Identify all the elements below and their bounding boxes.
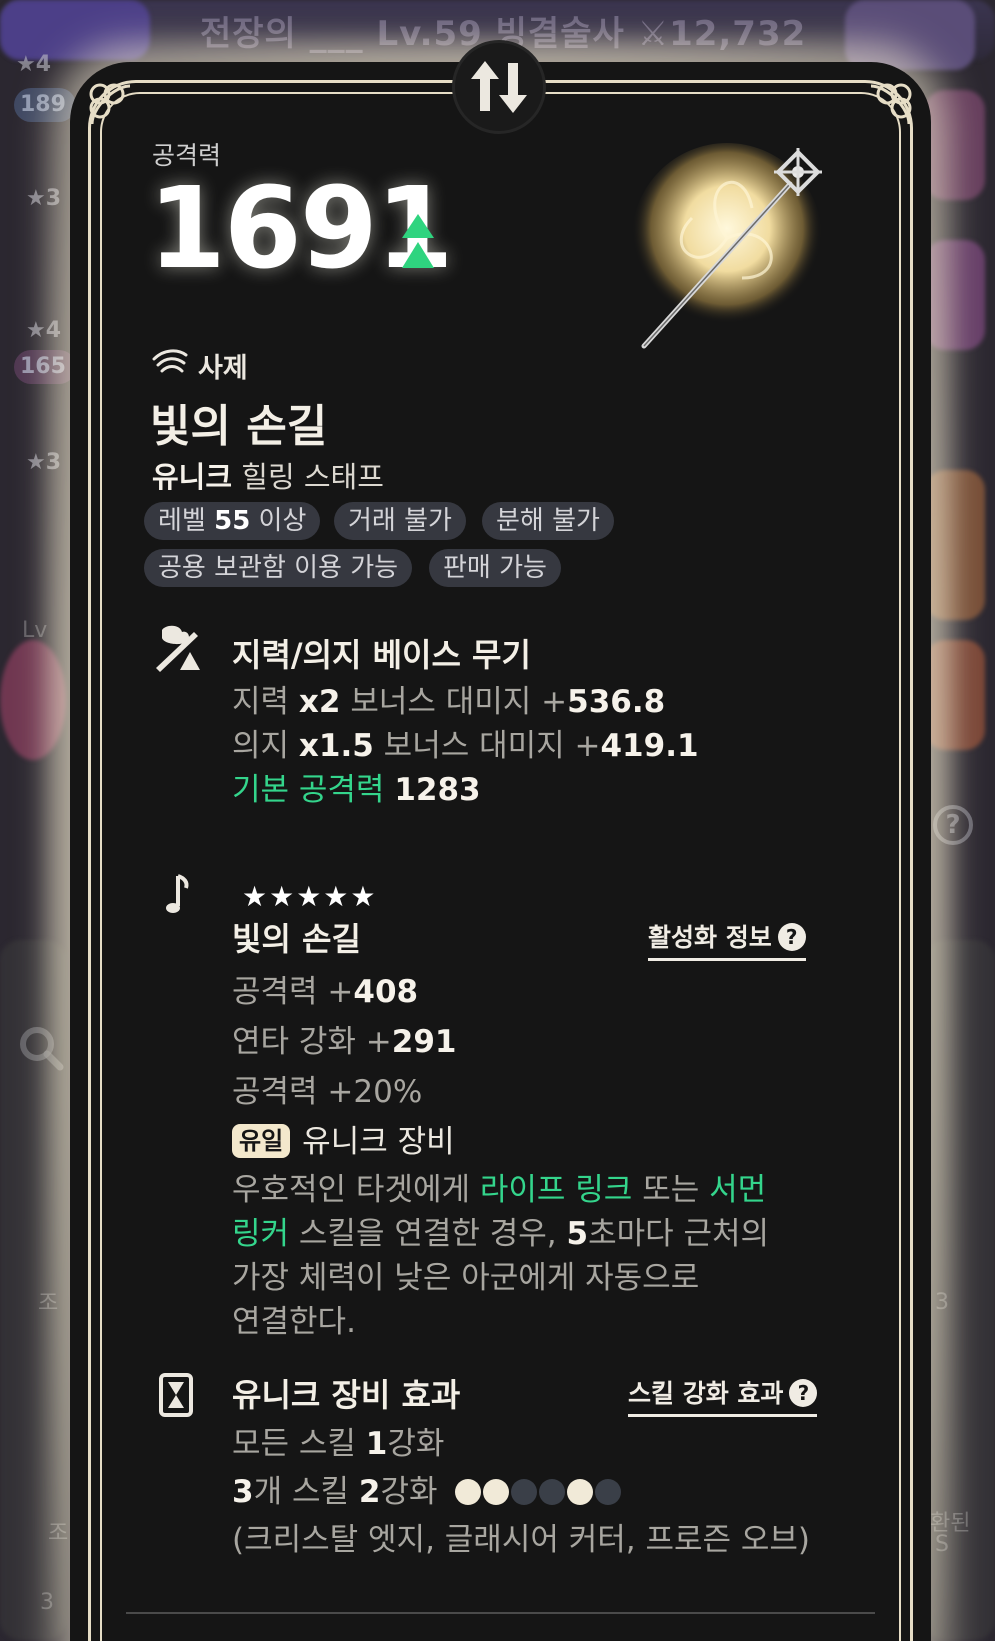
help-icon: ? (777, 923, 806, 951)
help-icon: ? (789, 1379, 818, 1407)
base-attack-label: 기본 공격력 (232, 772, 395, 808)
tag-shared-storage: 공용 보관함 이용 가능 (144, 549, 413, 587)
base-attack-value: 1283 (394, 772, 481, 808)
stat-name: 의지 (232, 728, 299, 764)
tag-sellable: 판매 가능 (429, 549, 561, 587)
effect-line-1: 모든 스킬 1강화 (232, 1418, 444, 1463)
desc-text: 스킬을 연결한 경우, (289, 1216, 567, 1252)
desc-text: 우호적인 타겟에게 (232, 1172, 480, 1208)
stat-name: 공격력 + (232, 1074, 354, 1110)
effect-number: 3 (232, 1474, 254, 1510)
stat-value: 408 (353, 974, 419, 1010)
stat-multiplier: x2 (298, 684, 341, 720)
background-label: Lv (22, 618, 48, 643)
effect-skill-list: (크리스탈 엣지, 글래시어 커터, 프로즌 오브) (232, 1522, 811, 1558)
desc-text: 초마다 근처의 (588, 1216, 770, 1252)
skill-dot-empty (511, 1479, 538, 1505)
stat-value: 20% (353, 1074, 423, 1110)
stat-name: 지력 (232, 684, 299, 720)
stat-multiplier: x1.5 (298, 728, 374, 764)
tag-text: 레벨 (158, 506, 215, 536)
desc-number: 5 (566, 1216, 589, 1252)
unique-badge: 유일 (232, 1124, 291, 1158)
star-rating: ★★★★★ (242, 880, 378, 913)
hourglass-card-icon (159, 1373, 193, 1417)
effect-text: 모든 스킬 (232, 1426, 366, 1462)
skill-enhance-link[interactable]: 스킬 강화 효과? (628, 1374, 818, 1417)
set-stat-line-3: 공격력 +20% (232, 1066, 422, 1111)
skill-name: 링커 (232, 1216, 290, 1252)
effect-number: 2 (358, 1474, 381, 1510)
unique-desc-line-4: 연결한다. (232, 1304, 356, 1340)
stat-name: 공격력 + (232, 974, 354, 1010)
activation-info-label: 활성화 정보 (648, 923, 772, 952)
tag-no-trade: 거래 불가 (334, 502, 466, 540)
tag-level-requirement: 레벨 55 이상 (144, 502, 321, 540)
effect-section-title: 유니크 장비 효과 (232, 1376, 461, 1414)
corner-knot-icon (89, 83, 131, 125)
tag-level-value: 55 (214, 506, 251, 536)
set-stat-line-2: 연타 강화 +291 (232, 1016, 456, 1061)
brain-weapon-icon (156, 625, 200, 672)
stat-value: 419.1 (600, 728, 699, 764)
class-name: 사제 (198, 353, 248, 384)
unique-equipment-line: 유일 유니크 장비 (232, 1116, 455, 1161)
swap-button[interactable] (452, 40, 546, 134)
music-note-icon (166, 874, 189, 913)
priest-wing-icon (152, 349, 188, 373)
unique-desc-line-2: 링커 스킬을 연결한 경우, 5초마다 근처의 (232, 1208, 769, 1253)
item-tooltip-card: 공격력 1691 사제 빛의 손길 유니크 힐링 스태프 레벨 55 이상 거래… (70, 40, 931, 1641)
activation-info-link[interactable]: 활성화 정보? (648, 918, 806, 961)
item-grade: 유니크 (152, 460, 233, 494)
skill-level-dots (455, 1474, 623, 1510)
corner-knot-icon (870, 83, 912, 125)
effect-line-2: 3개 스킬 2강화 (232, 1466, 623, 1511)
base-stat-line-2: 의지 x1.5 보너스 대미지 +419.1 (232, 720, 699, 765)
skill-dot-filled (483, 1479, 510, 1505)
item-name: 빛의 손길 (150, 401, 328, 452)
healing-staff-image (632, 143, 822, 349)
stat-value: 291 (391, 1024, 457, 1060)
base-attack-line: 기본 공격력 1283 (232, 764, 481, 809)
tag-no-dismantle: 분해 불가 (482, 502, 614, 540)
tag-text: 이상 (250, 506, 307, 536)
effect-text: 개 스킬 (253, 1474, 359, 1510)
effect-text: 강화 (380, 1474, 438, 1510)
set-title: 빛의 손길 (232, 920, 361, 958)
effect-number: 1 (365, 1426, 388, 1462)
desc-text: 또는 (632, 1172, 710, 1208)
unique-desc-line-1: 우호적인 타겟에게 라이프 링크 또는 서먼 (232, 1164, 766, 1209)
bottom-divider (126, 1612, 875, 1614)
swap-vertical-icon (471, 61, 527, 113)
base-section-title: 지력/의지 베이스 무기 (232, 636, 531, 674)
stat-text: 보너스 대미지 + (340, 684, 568, 720)
stat-value: 536.8 (567, 684, 666, 720)
skill-dot-filled (455, 1479, 482, 1505)
skill-dot-empty (539, 1479, 566, 1505)
skill-dot-filled (567, 1479, 594, 1505)
set-stat-line-1: 공격력 +408 (232, 966, 418, 1011)
stat-name: 연타 강화 + (232, 1024, 392, 1060)
effect-text: 강화 (387, 1426, 445, 1462)
skill-dot-empty (595, 1479, 622, 1505)
unique-label: 유니크 장비 (302, 1124, 455, 1160)
item-grade-type: 유니크 힐링 스태프 (152, 454, 384, 496)
background-star: ★4 (16, 52, 52, 77)
stat-text: 보너스 대미지 + (373, 728, 601, 764)
skill-name: 서먼 (709, 1172, 767, 1208)
item-type: 힐링 스태프 (241, 460, 384, 494)
skill-enhance-label: 스킬 강화 효과 (628, 1379, 784, 1408)
double-up-arrow-icon (402, 214, 434, 268)
skill-name: 라이프 링크 (479, 1172, 633, 1208)
unique-desc-line-3: 가장 체력이 낮은 아군에게 자동으로 (232, 1260, 700, 1296)
base-stat-line-1: 지력 x2 보너스 대미지 +536.8 (232, 676, 665, 721)
